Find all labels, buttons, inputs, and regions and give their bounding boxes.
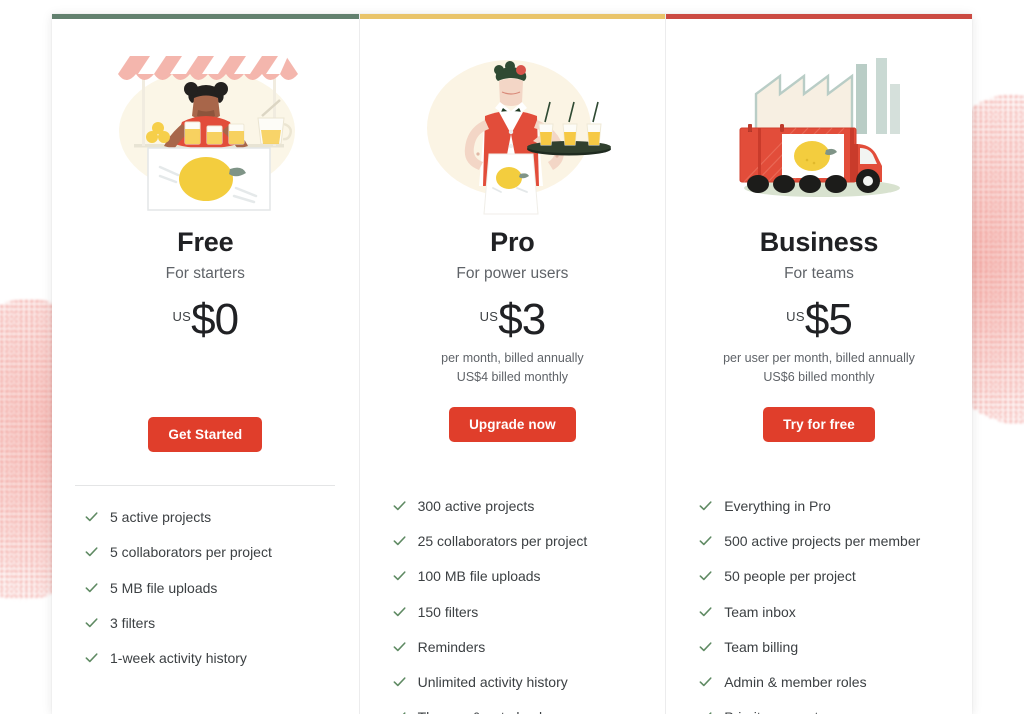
get-started-button[interactable]: Get Started <box>148 417 263 453</box>
price-row: US $3 <box>479 295 547 345</box>
price-row: US $0 <box>172 295 239 351</box>
check-icon <box>698 533 713 548</box>
feature-item: 1-week activity history <box>84 649 337 667</box>
feature-item: Themes & auto backups <box>392 708 644 714</box>
check-icon <box>698 604 713 619</box>
feature-text: Team inbox <box>724 603 796 620</box>
feature-item: Everything in Pro <box>698 497 950 515</box>
billing-note: per month, billed annually US$4 billed m… <box>441 349 583 389</box>
billing-note-line1: per user per month, billed annually <box>723 351 915 366</box>
plan-card-business: Business For teams US $5 per user per mo… <box>665 14 972 714</box>
feature-item: 300 active projects <box>392 497 644 515</box>
feature-text: Priority support <box>724 708 818 714</box>
plan-tagline: For starters <box>165 264 245 282</box>
feature-text: 5 MB file uploads <box>110 579 218 596</box>
price-amount: $5 <box>804 295 853 345</box>
plan-name: Free <box>177 227 234 257</box>
feature-text: 150 filters <box>417 603 479 620</box>
feature-text: 5 active projects <box>110 509 212 526</box>
feature-text: Reminders <box>417 638 486 655</box>
feature-text: 100 MB file uploads <box>417 568 541 585</box>
feature-item: 5 active projects <box>84 508 337 526</box>
feature-list-pro: 300 active projects 25 collaborators per… <box>382 497 644 714</box>
check-icon <box>84 509 99 524</box>
feature-text: 1-week activity history <box>110 650 247 667</box>
price-amount: $3 <box>498 295 546 345</box>
price-currency: US <box>172 309 192 325</box>
feature-text: Themes & auto backups <box>418 708 569 714</box>
plan-tagline: For teams <box>784 264 854 282</box>
check-icon <box>698 498 713 513</box>
check-icon <box>392 533 407 548</box>
feature-list-free: 5 active projects 5 collaborators per pr… <box>74 508 337 684</box>
feature-item: 5 MB file uploads <box>84 579 337 597</box>
check-icon <box>698 709 713 714</box>
plan-name: Business <box>759 227 879 257</box>
feature-text: 50 people per project <box>724 568 856 585</box>
billing-note-line2: US$6 billed monthly <box>763 370 875 385</box>
price-amount: $0 <box>191 295 239 345</box>
feature-text: 3 filters <box>110 614 156 631</box>
feature-text: 500 active projects per member <box>724 533 921 550</box>
billing-note: per user per month, billed annually US$6… <box>723 349 915 389</box>
feature-item: 50 people per project <box>698 567 950 585</box>
feature-item: 3 filters <box>84 614 337 632</box>
feature-text: 25 collaborators per project <box>417 533 588 550</box>
feature-item: Unlimited activity history <box>392 673 644 691</box>
check-icon <box>84 580 99 595</box>
check-icon <box>698 674 713 689</box>
feature-item: 150 filters <box>392 603 644 621</box>
upgrade-now-button[interactable]: Upgrade now <box>449 407 576 443</box>
price-currency: US <box>479 309 499 325</box>
check-icon <box>392 639 407 654</box>
feature-text: 300 active projects <box>417 498 535 515</box>
feature-text: 5 collaborators per project <box>110 544 272 561</box>
check-icon <box>698 568 713 583</box>
billing-note-line2: US$4 billed monthly <box>456 370 568 385</box>
feature-item: 5 collaborators per project <box>84 543 337 561</box>
feature-list-business: Everything in Pro 500 active projects pe… <box>688 497 950 714</box>
plan-tagline: For power users <box>456 264 569 282</box>
feature-text: Team billing <box>724 638 799 655</box>
price-currency: US <box>786 309 805 325</box>
feature-text: Everything in Pro <box>724 498 831 515</box>
pricing-table: Free For starters US $0 Get Started 5 ac… <box>52 14 972 714</box>
check-icon <box>392 498 407 513</box>
check-icon <box>84 615 99 630</box>
feature-item: Team billing <box>698 638 950 656</box>
billing-note-line1: per month, billed annually <box>441 351 584 366</box>
accent-bar-pro <box>359 14 666 19</box>
check-icon <box>84 650 99 665</box>
plan-card-pro: Pro For power users US $3 per month, bil… <box>358 14 666 714</box>
lemonade-stand-illustration <box>90 36 320 222</box>
check-icon <box>392 674 407 689</box>
feature-item: Admin & member roles <box>698 673 950 691</box>
check-icon <box>392 709 407 714</box>
feature-item: 500 active projects per member <box>698 532 950 550</box>
feature-item: Reminders <box>392 638 644 656</box>
check-icon <box>84 544 99 559</box>
card-divider <box>75 485 336 487</box>
feature-item: 25 collaborators per project <box>392 532 644 550</box>
accent-bar-free <box>52 14 359 19</box>
check-icon <box>698 639 713 654</box>
feature-item: Team inbox <box>698 603 950 621</box>
check-icon <box>392 604 407 619</box>
plan-name: Pro <box>490 227 535 257</box>
accent-bar-business <box>666 14 972 19</box>
try-for-free-button[interactable]: Try for free <box>763 407 875 443</box>
feature-item: Priority support <box>698 708 950 714</box>
feature-text: Unlimited activity history <box>417 674 568 691</box>
feature-item: 100 MB file uploads <box>392 567 644 585</box>
check-icon <box>392 568 407 583</box>
delivery-truck-illustration <box>704 36 934 222</box>
feature-text: Admin & member roles <box>724 674 867 691</box>
price-row: US $5 <box>786 295 853 345</box>
waiter-illustration <box>397 36 627 222</box>
plan-card-free: Free For starters US $0 Get Started 5 ac… <box>52 14 359 714</box>
